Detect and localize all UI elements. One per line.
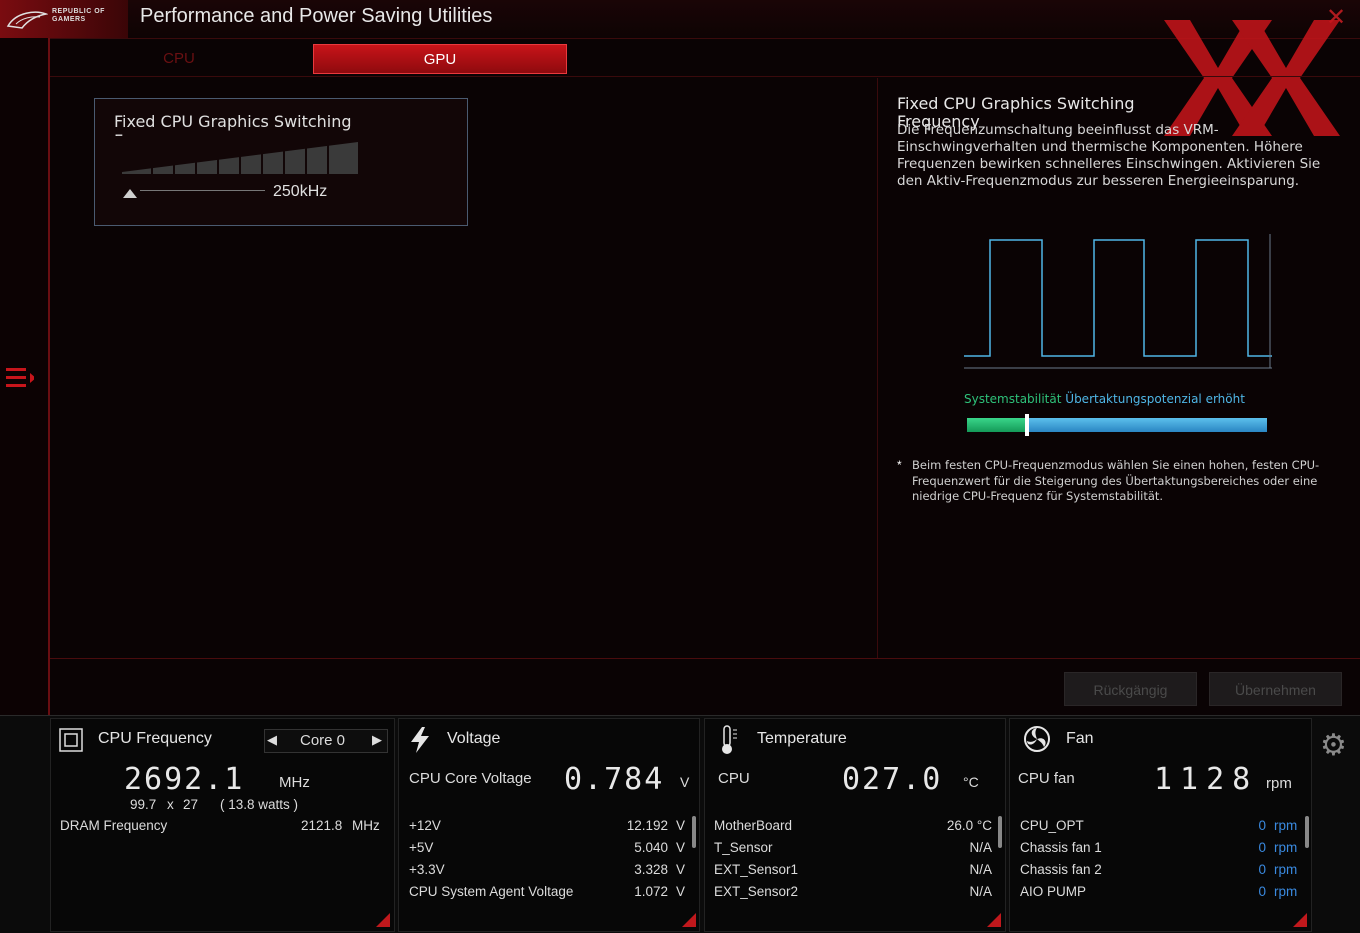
voltage-row-value: 5.040 xyxy=(634,840,668,855)
cpu-fan-unit: rpm xyxy=(1266,775,1292,792)
voltage-row-label: +12V xyxy=(409,818,441,833)
apply-button[interactable]: Übernehmen xyxy=(1209,672,1342,706)
gear-icon[interactable]: ⚙ xyxy=(1320,728,1347,763)
fan-row-label: Chassis fan 1 xyxy=(1020,840,1102,855)
fan-row-value: 0 xyxy=(1258,884,1266,899)
cpu-chip-icon xyxy=(59,728,83,752)
tabs-divider xyxy=(50,76,1360,77)
menu-expand-icon[interactable] xyxy=(4,364,34,394)
info-note: Beim festen CPU-Frequenzmodus wählen Sie… xyxy=(912,458,1320,503)
info-description: Die Frequenzumschaltung beeinflusst das … xyxy=(897,122,1321,189)
fan-row-label: AIO PUMP xyxy=(1020,884,1087,899)
frequency-slider-thumb[interactable] xyxy=(123,189,137,198)
fan-title: Fan xyxy=(1066,730,1094,747)
tab-gpu[interactable]: GPU xyxy=(313,44,567,74)
voltage-row-label: +5V xyxy=(409,840,434,855)
voltage-scrollbar[interactable] xyxy=(692,816,696,848)
temp-row-label: EXT_Sensor1 xyxy=(714,862,799,877)
voltage-row-unit: V xyxy=(676,884,686,899)
frequency-value: 250kHz xyxy=(273,183,328,200)
panel-expand-corner[interactable] xyxy=(682,913,696,927)
app-title: Performance and Power Saving Utilities xyxy=(140,5,493,27)
voltage-title: Voltage xyxy=(447,730,501,747)
temperature-scrollbar[interactable] xyxy=(998,816,1002,848)
chevron-left-icon[interactable]: ◀ xyxy=(267,732,277,748)
fan-row-unit: rpm xyxy=(1274,862,1298,877)
stability-label: Systemstabilität xyxy=(964,392,1062,406)
multiplier-value: 27 xyxy=(183,797,199,812)
switching-waveform xyxy=(964,234,1272,369)
voltage-row-unit: V xyxy=(676,818,686,833)
thermometer-icon xyxy=(722,725,737,754)
voltage-row-label: CPU System Agent Voltage xyxy=(409,884,574,899)
chevron-right-icon[interactable]: ▶ xyxy=(372,732,382,748)
cpu-core-voltage-value: 0.784 xyxy=(564,762,665,797)
panel-expand-corner[interactable] xyxy=(987,913,1001,927)
cpu-temp-value: 027.0 xyxy=(842,762,943,797)
lightning-icon xyxy=(411,727,429,753)
voltage-row-unit: V xyxy=(676,862,686,877)
cpu-temp-unit: °C xyxy=(963,774,979,790)
panel-divider xyxy=(877,78,878,658)
stability-labels: Systemstabilität Übertaktungspotenzial e… xyxy=(964,392,1245,406)
overclock-label: Übertaktungspotenzial erhöht xyxy=(1065,392,1245,406)
temp-row-value: N/A xyxy=(969,862,992,877)
content-divider xyxy=(50,658,1360,659)
fan-row-value: 0 xyxy=(1258,818,1266,833)
fan-row-value: 0 xyxy=(1258,862,1266,877)
fan-row-label: CPU_OPT xyxy=(1020,818,1084,833)
fan-row-value: 0 xyxy=(1258,840,1266,855)
frequency-level-bars xyxy=(122,140,358,174)
voltage-row-unit: V xyxy=(676,840,686,855)
cpu-frequency-title: CPU Frequency xyxy=(98,730,212,747)
temp-row-value: 26.0 °C xyxy=(946,818,992,833)
temp-row-value: N/A xyxy=(969,884,992,899)
temperature-title: Temperature xyxy=(757,730,847,747)
multiplier-x: x xyxy=(167,797,174,812)
fan-row-unit: rpm xyxy=(1274,884,1298,899)
core-selector-value: Core 0 xyxy=(300,732,346,749)
fan-scrollbar[interactable] xyxy=(1305,816,1309,848)
cpu-fan-label: CPU fan xyxy=(1018,770,1075,787)
cpu-frequency-value: 2692.1 xyxy=(124,762,245,797)
bclk-value: 99.7 xyxy=(130,797,157,812)
cpu-fan-value: 1128 xyxy=(1154,762,1259,797)
stability-bar-fill xyxy=(967,418,1027,432)
cpu-core-voltage-unit: V xyxy=(680,774,690,790)
fan-icon xyxy=(1024,726,1050,752)
cpu-power-value: ( 13.8 watts ) xyxy=(220,797,299,812)
temp-row-value: N/A xyxy=(969,840,992,855)
note-asterisk: * xyxy=(897,458,902,472)
voltage-row-value: 3.328 xyxy=(634,862,668,877)
dram-frequency-label: DRAM Frequency xyxy=(60,818,168,833)
temp-row-label: T_Sensor xyxy=(714,840,773,855)
rog-eye-icon xyxy=(6,11,48,29)
stability-bar-marker xyxy=(1025,414,1029,436)
fan-row-unit: rpm xyxy=(1274,818,1298,833)
cpu-frequency-unit: MHz xyxy=(279,774,310,791)
undo-button[interactable]: Rückgängig xyxy=(1064,672,1197,706)
voltage-row-value: 12.192 xyxy=(626,818,668,833)
dram-frequency-unit: MHz xyxy=(352,818,380,833)
tab-cpu[interactable]: CPU xyxy=(50,44,308,74)
panel-expand-corner[interactable] xyxy=(376,913,390,927)
panel-expand-corner[interactable] xyxy=(1293,913,1307,927)
temp-row-label: MotherBoard xyxy=(714,818,793,833)
fan-row-label: Chassis fan 2 xyxy=(1020,862,1102,877)
frequency-slider-track[interactable] xyxy=(140,190,265,191)
dram-frequency-value: 2121.8 xyxy=(301,818,343,833)
cpu-core-voltage-label: CPU Core Voltage xyxy=(409,770,532,787)
cpu-temp-label: CPU xyxy=(718,770,750,787)
voltage-row-label: +3.3V xyxy=(409,862,445,877)
card-title: Fixed CPU Graphics Switching Frequency xyxy=(114,112,352,136)
voltage-row-value: 1.072 xyxy=(634,884,668,899)
temp-row-label: EXT_Sensor2 xyxy=(714,884,799,899)
fan-row-unit: rpm xyxy=(1274,840,1298,855)
rog-badge-text: REPUBLIC OF GAMERS xyxy=(52,8,105,23)
